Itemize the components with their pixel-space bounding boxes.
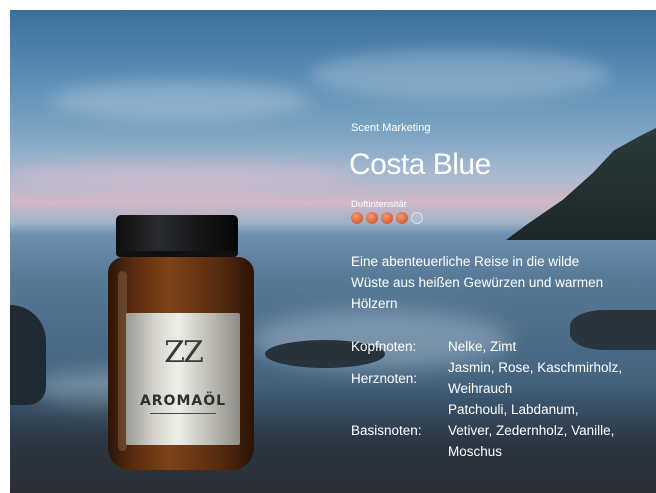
note-value: Patchouli, Labdanum, Vetiver, Zedernholz… — [448, 399, 648, 462]
intensity-label: Duftintensität — [351, 199, 407, 210]
note-row-base: Basisnoten: Patchouli, Labdanum, Vetiver… — [351, 399, 651, 462]
product-title: Costa Blue — [349, 148, 491, 181]
cloud — [10, 160, 350, 190]
note-value-line: Moschus — [448, 444, 503, 459]
intensity-dot-empty — [411, 212, 423, 224]
note-value-line: Weihrauch — [448, 381, 513, 396]
note-value-line: Vetiver, Zedernholz, Vanille, — [448, 423, 615, 438]
intensity-dot-filled — [351, 212, 363, 224]
intensity-dot-filled — [381, 212, 393, 224]
fragrance-notes: Kopfnoten: Nelke, Zimt Herznoten: Jasmin… — [351, 336, 651, 462]
note-value: Jasmin, Rose, Kaschmirholz, Weihrauch — [448, 357, 648, 399]
note-row-heart: Herznoten: Jasmin, Rose, Kaschmirholz, W… — [351, 357, 651, 399]
jar-label: ZZ AROMAÖL — [126, 313, 240, 445]
coastal-cliff — [506, 128, 656, 240]
note-value-line: Jasmin, Rose, Kaschmirholz, — [448, 360, 623, 375]
note-row-top: Kopfnoten: Nelke, Zimt — [351, 336, 651, 357]
brand-name: AROMAÖL — [139, 393, 227, 409]
note-value-line: Nelke, Zimt — [448, 339, 517, 354]
jar-lid — [116, 215, 238, 255]
intensity-rating — [351, 212, 423, 224]
description-line: Wüste aus heißen Gewürzen und warmen — [351, 275, 604, 290]
note-label: Basisnoten: — [351, 423, 422, 438]
intensity-dot-filled — [396, 212, 408, 224]
note-value: Nelke, Zimt — [448, 336, 648, 357]
cloud — [50, 80, 310, 120]
brand-monogram: ZZ — [164, 335, 204, 370]
label-divider — [150, 413, 216, 414]
note-value-line: Patchouli, Labdanum, — [448, 402, 579, 417]
product-jar: ZZ AROMAÖL — [108, 215, 254, 470]
scent-description: Eine abenteuerliche Reise in die wilde W… — [351, 251, 651, 314]
cloud — [310, 50, 610, 100]
category-label: Scent Marketing — [351, 122, 431, 134]
description-line: Hölzern — [351, 296, 398, 311]
note-label: Herznoten: — [351, 370, 418, 386]
intensity-dot-filled — [366, 212, 378, 224]
note-label: Kopfnoten: — [351, 339, 417, 354]
description-line: Eine abenteuerliche Reise in die wilde — [351, 254, 580, 269]
